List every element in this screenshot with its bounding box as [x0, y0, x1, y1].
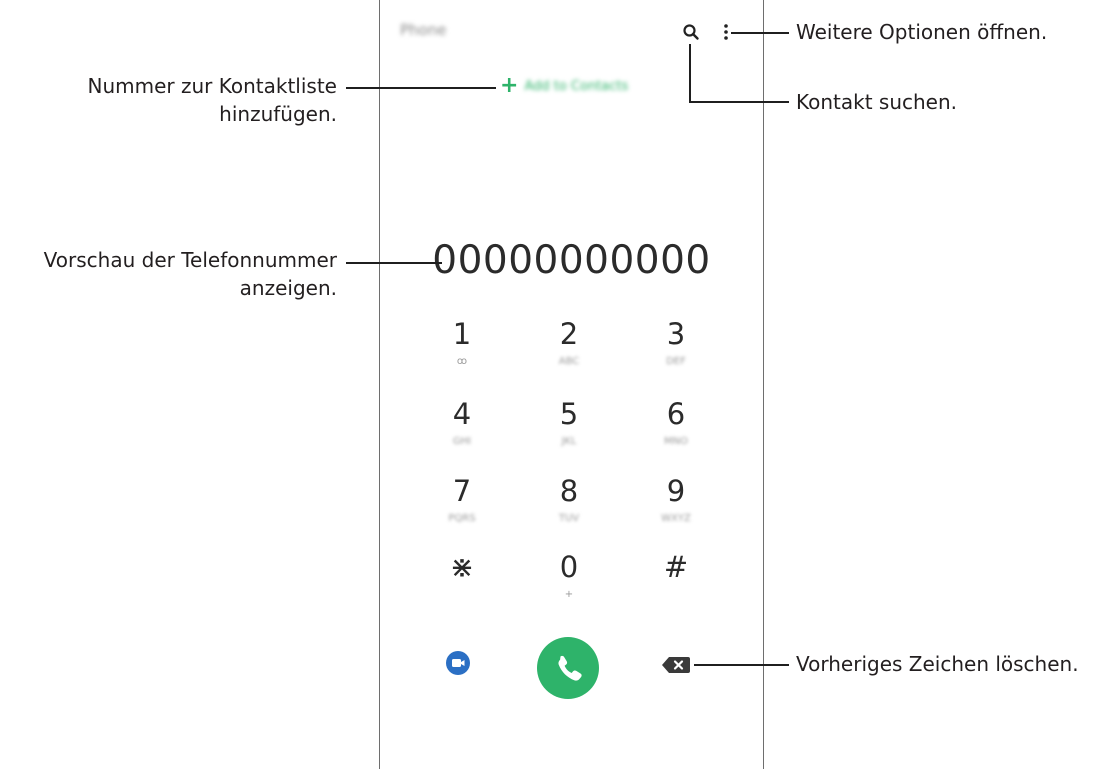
key-8[interactable]: 8 TUV [514, 473, 624, 527]
key-letters: PQRS [448, 513, 476, 524]
key-digit: 3 [666, 317, 686, 351]
add-to-contacts-label: Add to Contacts [524, 78, 629, 94]
callout-line: Vorschau der Telefonnummer [43, 248, 337, 272]
key-9[interactable]: 9 WXYZ [621, 473, 731, 527]
callout-more-options: Weitere Optionen öffnen. [796, 20, 1048, 44]
leader-line [346, 262, 442, 264]
callout-line: hinzufügen. [219, 102, 337, 126]
key-letters: ABC [558, 356, 580, 367]
key-letters: MNO [664, 436, 688, 447]
key-hash[interactable]: # [621, 549, 731, 603]
number-preview: 00000000000 [432, 238, 711, 283]
key-0[interactable]: 0 + [514, 549, 624, 603]
key-digit: ⋇ [449, 550, 475, 584]
key-digit: 2 [559, 317, 579, 351]
backspace-icon[interactable] [661, 656, 691, 674]
key-digit: 4 [452, 397, 472, 431]
key-letters [621, 589, 731, 603]
key-digit: 7 [452, 474, 472, 508]
leader-line [689, 44, 691, 103]
key-digit: 8 [559, 474, 579, 508]
key-4[interactable]: 4 GHI [407, 396, 517, 450]
key-digit: 6 [666, 397, 686, 431]
key-3[interactable]: 3 DEF [621, 316, 731, 370]
key-digit: 5 [559, 397, 579, 431]
key-digit: # [663, 550, 689, 584]
key-letters [407, 589, 517, 603]
callout-line: anzeigen. [239, 276, 337, 300]
leader-line [346, 87, 496, 89]
callout-line: Nummer zur Kontaktliste [87, 74, 337, 98]
search-icon[interactable] [682, 23, 700, 41]
callout-preview: Vorschau der Telefonnummer anzeigen. [44, 246, 337, 302]
add-icon: + [500, 73, 519, 98]
app-title: Phone [400, 21, 447, 39]
voicemail-icon: ꝏ [456, 356, 468, 367]
key-star[interactable]: ⋇ [407, 549, 517, 603]
phone-icon [558, 655, 582, 681]
key-7[interactable]: 7 PQRS [407, 473, 517, 527]
key-6[interactable]: 6 MNO [621, 396, 731, 450]
video-call-icon [452, 659, 465, 667]
key-1[interactable]: 1 ꝏ [407, 316, 517, 370]
key-digit: 9 [666, 474, 686, 508]
key-digit: 1 [452, 317, 472, 351]
add-to-contacts-button[interactable]: + Add to Contacts [500, 75, 628, 97]
key-digit: 0 [559, 550, 579, 584]
phone-screen: Phone + Add to Contacts 00000000000 1 ꝏ … [379, 0, 764, 769]
leader-line [694, 664, 789, 666]
more-options-icon[interactable] [722, 22, 730, 42]
leader-line [689, 101, 789, 103]
key-letters: DEF [666, 356, 686, 367]
callout-delete: Vorheriges Zeichen löschen. [796, 652, 1079, 676]
key-letters: + [564, 589, 574, 600]
callout-add-contact: Nummer zur Kontaktliste hinzufügen. [88, 72, 337, 128]
video-call-button[interactable] [446, 651, 470, 675]
call-button[interactable] [537, 637, 599, 699]
leader-line [731, 32, 789, 34]
key-letters: JKL [561, 436, 577, 447]
callout-search: Kontakt suchen. [796, 90, 958, 114]
key-letters: WXYZ [661, 513, 691, 524]
key-letters: TUV [558, 513, 580, 524]
key-2[interactable]: 2 ABC [514, 316, 624, 370]
key-5[interactable]: 5 JKL [514, 396, 624, 450]
key-letters: GHI [452, 436, 472, 447]
